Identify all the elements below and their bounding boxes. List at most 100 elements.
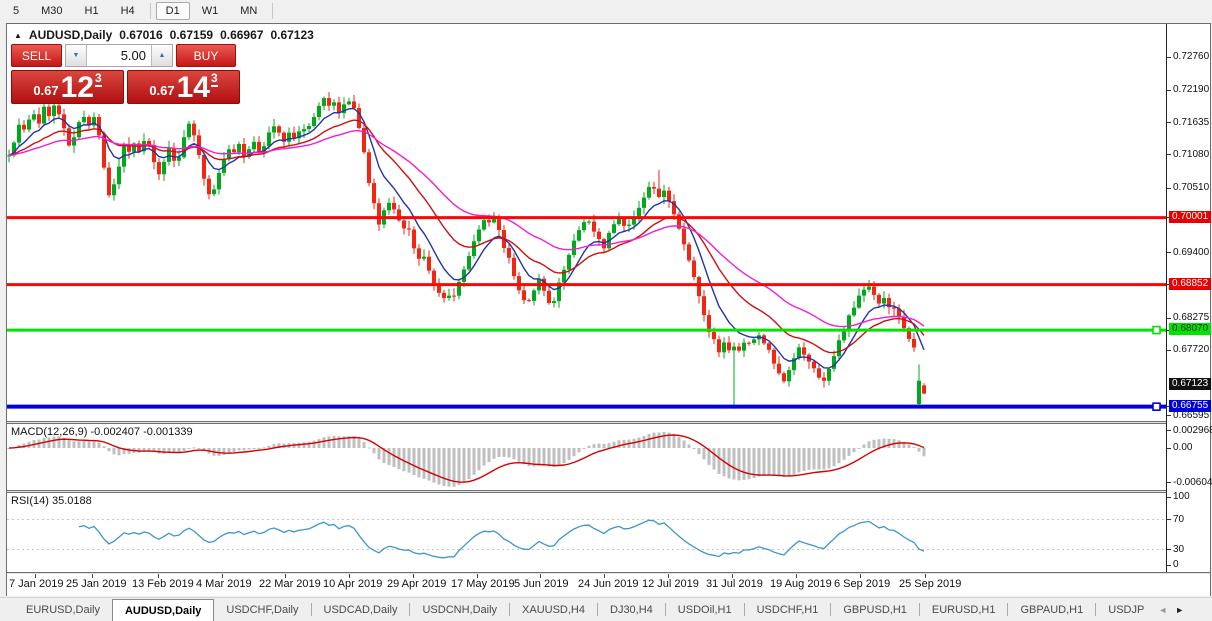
macd-histogram-bar — [523, 448, 526, 464]
date-tick-label: 31 Jul 2019 — [706, 578, 763, 590]
date-tick-mark — [158, 574, 159, 578]
chart-tab-usdcad-daily[interactable]: USDCAD,Daily — [312, 598, 410, 621]
rsi-indicator-panel[interactable] — [7, 493, 1166, 572]
macd-histogram-bar — [378, 448, 381, 459]
candle-body — [592, 222, 596, 232]
macd-histogram-bar — [188, 448, 191, 449]
level-price-label: 0.68852 — [1169, 278, 1211, 290]
macd-histogram-bar — [458, 448, 461, 485]
moving-average-line — [9, 131, 924, 327]
axis-tick-mark — [1167, 430, 1171, 431]
date-tick-mark — [35, 574, 36, 578]
candle-body — [827, 369, 831, 381]
chart-tab-usdjp[interactable]: USDJP — [1096, 598, 1156, 621]
collapse-triangle-icon[interactable]: ▲ — [14, 31, 22, 40]
date-tick-label: 6 Sep 2019 — [834, 578, 890, 590]
date-tick-label: 25 Jan 2019 — [66, 578, 127, 590]
candle-body — [402, 220, 406, 228]
macd-histogram-bar — [233, 448, 236, 452]
macd-histogram-bar — [798, 448, 801, 472]
macd-histogram-bar — [553, 448, 556, 467]
volume-decrease-icon[interactable]: ▼ — [66, 45, 87, 66]
macd-histogram-bar — [358, 438, 361, 448]
chart-tab-audusd-daily[interactable]: AUDUSD,Daily — [112, 599, 214, 621]
macd-tick-label: -0.006047 — [1173, 477, 1212, 488]
candle-body — [692, 260, 696, 277]
candle-body — [577, 230, 581, 241]
volume-increase-icon[interactable]: ▲ — [151, 45, 172, 66]
candle-body — [177, 157, 181, 161]
timeframe-button-5[interactable]: 5 — [3, 2, 29, 20]
date-tick-label: 17 May 2019 — [451, 578, 515, 590]
candle-body — [912, 339, 916, 348]
toolbar-separator — [272, 3, 273, 19]
candle-body — [117, 167, 121, 185]
macd-histogram-bar — [583, 448, 586, 449]
candle-body — [802, 347, 806, 354]
candle-body — [412, 230, 416, 249]
sell-button[interactable]: SELL — [11, 44, 62, 67]
chart-tab-usdcnh-daily[interactable]: USDCNH,Daily — [410, 598, 509, 621]
price-tick-label: 0.67720 — [1173, 344, 1209, 355]
macd-histogram-bar — [368, 447, 371, 448]
scroll-right-icon[interactable]: ► — [1175, 605, 1184, 615]
macd-histogram-bar — [93, 441, 96, 448]
macd-histogram-bar — [838, 448, 841, 463]
sell-price-button[interactable]: 0.67 12 3 — [11, 70, 124, 104]
one-click-trade-widget: SELL ▼ ▲ BUY 0.67 12 3 0.67 14 3 — [11, 44, 240, 104]
date-tick-mark — [92, 574, 93, 578]
chart-tab-usdoil-h1[interactable]: USDOil,H1 — [666, 598, 744, 621]
macd-histogram-bar — [468, 448, 471, 479]
timeframe-button-m30[interactable]: M30 — [31, 2, 72, 20]
chart-tab-eurusd-daily[interactable]: EURUSD,Daily — [14, 598, 112, 621]
timeframe-button-h4[interactable]: H4 — [111, 2, 145, 20]
axis-tick-mark — [1167, 497, 1171, 498]
candle-body — [742, 343, 746, 351]
candle-body — [432, 271, 436, 285]
chart-tab-dj30-h4[interactable]: DJ30,H4 — [598, 598, 665, 621]
candle-body — [747, 343, 751, 344]
macd-histogram-bar — [813, 448, 816, 469]
candle-body — [372, 183, 376, 203]
candle-body — [732, 347, 736, 351]
macd-histogram-bar — [908, 444, 911, 448]
candle-body — [817, 368, 821, 377]
chart-tab-usdchf-h1[interactable]: USDCHF,H1 — [745, 598, 831, 621]
sell-price-pips: 12 — [61, 75, 94, 101]
candle-body — [287, 133, 291, 142]
macd-histogram-bar — [58, 436, 61, 448]
date-tick-label: 13 Feb 2019 — [132, 578, 194, 590]
chart-tab-xauusd-h4[interactable]: XAUUSD,H4 — [510, 598, 597, 621]
date-tick-mark — [222, 574, 223, 578]
price-tick-label: 0.70510 — [1173, 182, 1209, 193]
candle-body — [67, 128, 71, 145]
chart-tab-gbpaud-h1[interactable]: GBPAUD,H1 — [1008, 598, 1095, 621]
macd-histogram-bar — [88, 441, 91, 448]
candle-body — [772, 350, 776, 364]
date-tick-label: 4 Mar 2019 — [196, 578, 252, 590]
candle-body — [857, 296, 861, 308]
macd-histogram-bar — [673, 434, 676, 448]
date-tick-mark — [604, 574, 605, 578]
level-price-label: 0.68070 — [1169, 323, 1211, 335]
timeframe-button-h1[interactable]: H1 — [75, 2, 109, 20]
chart-tab-gbpusd-h1[interactable]: GBPUSD,H1 — [831, 598, 919, 621]
timeframe-button-w1[interactable]: W1 — [192, 2, 229, 20]
buy-price-button[interactable]: 0.67 14 3 — [127, 70, 240, 104]
scroll-left-icon[interactable]: ◄ — [1158, 605, 1167, 615]
date-tick-mark — [796, 574, 797, 578]
chart-tab-eurusd-h1[interactable]: EURUSD,H1 — [920, 598, 1008, 621]
macd-histogram-bar — [318, 439, 321, 448]
date-tick-label: 19 Aug 2019 — [770, 578, 832, 590]
date-tick-mark — [860, 574, 861, 578]
macd-histogram-bar — [783, 448, 786, 477]
macd-histogram-bar — [223, 448, 226, 455]
timeframe-button-mn[interactable]: MN — [230, 2, 267, 20]
chart-tab-usdchf-daily[interactable]: USDCHF,Daily — [214, 598, 310, 621]
volume-input[interactable] — [87, 45, 151, 66]
buy-button[interactable]: BUY — [176, 44, 236, 67]
candle-body — [467, 256, 471, 269]
candle-body — [737, 347, 741, 351]
timeframe-button-d1[interactable]: D1 — [156, 2, 190, 20]
macd-histogram-bar — [498, 448, 501, 457]
